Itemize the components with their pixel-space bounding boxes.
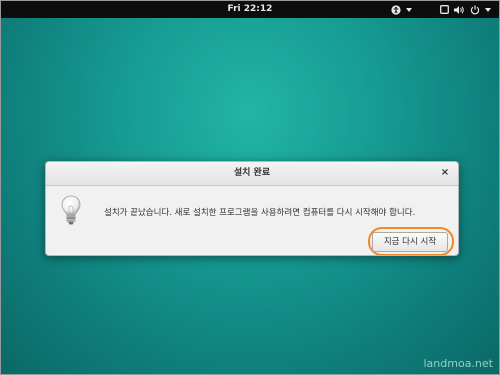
- restart-now-button[interactable]: 지금 다시 시작: [372, 232, 448, 252]
- lightbulb-icon: [61, 195, 81, 225]
- system-tray[interactable]: [391, 1, 491, 18]
- top-bar: Fri 22:12: [1, 1, 499, 18]
- dialog-title: 설치 완료: [233, 168, 271, 178]
- installation-complete-dialog: 설치 완료 × 설치가 끝났습니다. 새로 설치한 프로그램을 사용하려면 컴퓨…: [45, 161, 459, 256]
- window-icon[interactable]: [440, 1, 449, 18]
- accessibility-icon[interactable]: [391, 1, 401, 18]
- chevron-down-icon[interactable]: [406, 1, 412, 18]
- dialog-content: 설치가 끝났습니다. 새로 설치한 프로그램을 사용하려면 컴퓨터를 다시 시작…: [46, 186, 458, 255]
- desktop: Fri 22:12 설치 완료 × 설치가 끝났습니다. 새로 설치한 프로그램…: [0, 0, 500, 375]
- watermark: landmoa.net: [423, 357, 494, 370]
- chevron-down-icon[interactable]: [485, 1, 491, 18]
- dialog-message: 설치가 끝났습니다. 새로 설치한 프로그램을 사용하려면 컴퓨터를 다시 시작…: [104, 208, 416, 218]
- power-icon[interactable]: [470, 1, 480, 18]
- dialog-titlebar: 설치 완료 ×: [46, 162, 458, 186]
- volume-icon[interactable]: [454, 1, 465, 18]
- close-button[interactable]: ×: [438, 166, 452, 180]
